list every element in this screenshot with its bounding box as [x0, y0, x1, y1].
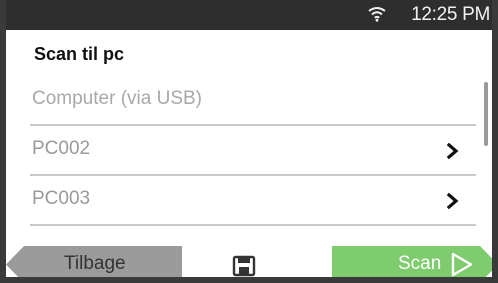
chevron-right-icon: [446, 192, 459, 210]
list-item-computer-usb[interactable]: Computer (via USB): [30, 76, 476, 126]
list-item-pc002[interactable]: PC002: [30, 126, 476, 176]
back-button[interactable]: Tilbage: [6, 246, 182, 283]
list-item-label: Computer (via USB): [32, 88, 202, 109]
status-bar: 12:25 PM: [0, 0, 498, 30]
wifi-icon: [368, 7, 386, 22]
scrollbar[interactable]: [484, 82, 488, 146]
destination-list: Computer (via USB) PC002 PC003: [30, 76, 476, 226]
save-icon[interactable]: [232, 254, 256, 278]
list-item-label: PC003: [32, 188, 91, 209]
list-item-label: PC002: [32, 138, 91, 159]
back-button-label: Tilbage: [64, 253, 126, 274]
list-item-pc003[interactable]: PC003: [30, 176, 476, 226]
scan-button[interactable]: Scan: [332, 246, 498, 283]
bottom-bar: Tilbage Scan: [6, 246, 498, 283]
chevron-right-icon: [446, 142, 459, 160]
screen-title: Scan til pc: [34, 44, 125, 64]
scan-button-label: Scan: [398, 253, 442, 274]
status-time: 12:25 PM: [411, 4, 490, 25]
